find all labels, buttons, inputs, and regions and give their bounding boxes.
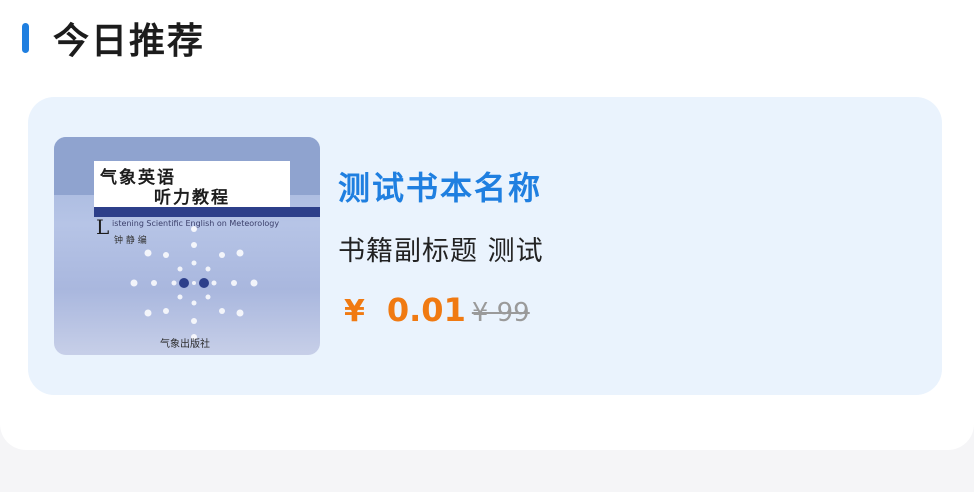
- cover-title-line2: 听力教程: [154, 188, 230, 208]
- price-row: ¥ 0.01 ¥ 99: [344, 291, 530, 329]
- book-title[interactable]: 测试书本名称: [338, 163, 542, 209]
- section-title: 今日推荐: [53, 21, 206, 62]
- cover-publisher: 气象出版社: [160, 339, 210, 350]
- book-subtitle: 书籍副标题 测试: [338, 236, 544, 267]
- price-current: 0.01: [386, 291, 466, 329]
- price-original: ¥ 99: [471, 298, 530, 328]
- cover-blue-strip: [94, 207, 320, 217]
- book-card[interactable]: 气象英语 听力教程 L istening Scientific English …: [28, 97, 942, 395]
- cover-dot-pattern: [130, 226, 258, 340]
- section-header: 今日推荐: [22, 14, 205, 62]
- recommend-panel: 今日推荐 气象英语 听力教程 L istening Scientific Eng…: [0, 0, 974, 450]
- section-accent-bar: [22, 23, 29, 53]
- book-cover-image[interactable]: 气象英语 听力教程 L istening Scientific English …: [54, 137, 320, 355]
- price-currency-symbol: ¥: [344, 294, 365, 329]
